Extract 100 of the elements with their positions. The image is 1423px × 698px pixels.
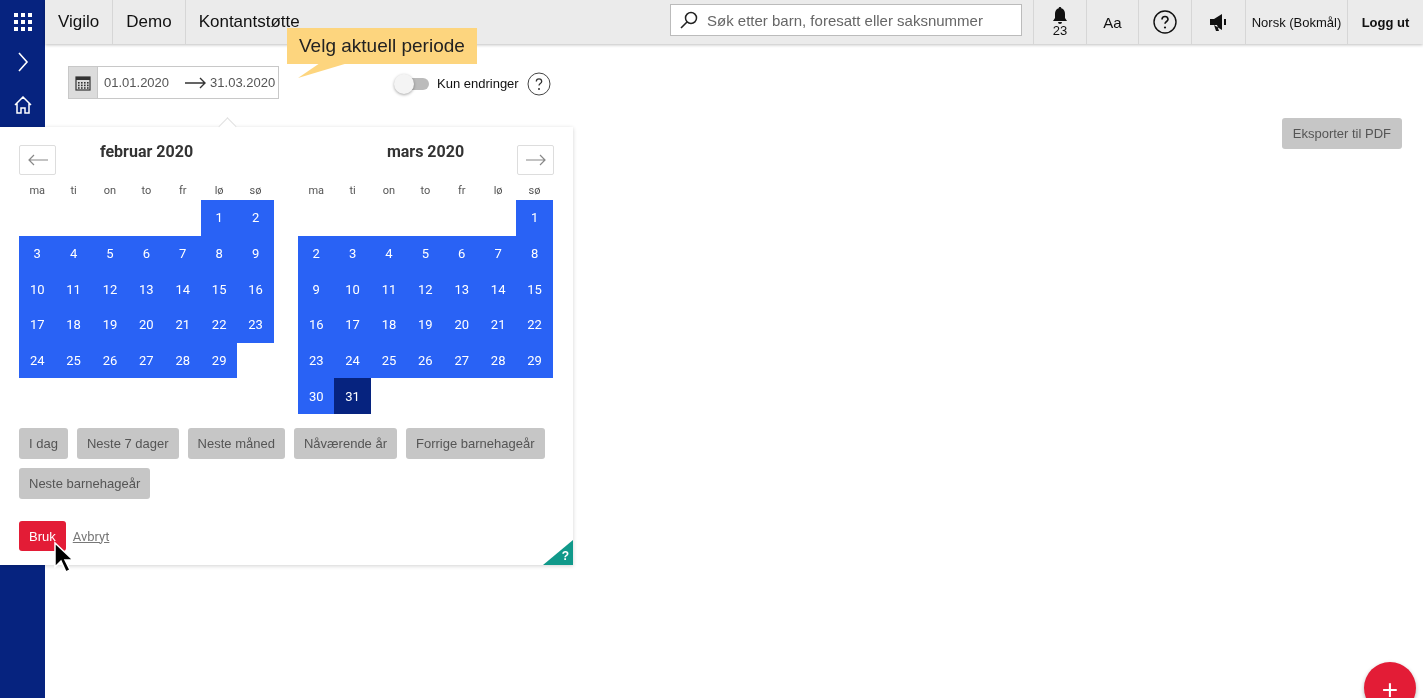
weekday-label: lø (213, 183, 225, 197)
calendar-day[interactable]: 3 (19, 235, 56, 272)
calendar-day[interactable]: 1 (200, 200, 238, 236)
preset-button[interactable]: Nåværende år (293, 428, 398, 460)
arrow-right-icon (525, 154, 546, 166)
month-title: mars 2020 (385, 141, 466, 163)
calendar-day[interactable]: 15 (516, 271, 553, 308)
calendar-day[interactable]: 26 (407, 342, 444, 379)
weekday-label: to (419, 183, 432, 197)
weekday-label: on (102, 183, 118, 197)
preset-button[interactable]: Neste måned (187, 428, 285, 460)
calendar-day[interactable]: 5 (407, 235, 444, 272)
calendar-day[interactable]: 14 (164, 271, 201, 308)
calendar-day[interactable]: 9 (237, 235, 274, 272)
language-selector[interactable]: Norsk (Bokmål) (1245, 0, 1347, 44)
calendar-day[interactable]: 2 (298, 235, 335, 272)
font-size-button[interactable]: Aa (1086, 0, 1138, 44)
calendar-day[interactable]: 11 (55, 271, 92, 308)
weekday-label: sø (527, 183, 542, 197)
search-icon (680, 11, 698, 29)
apps-grid-icon[interactable] (13, 13, 32, 31)
calendar-icon (75, 74, 91, 91)
calendar-day[interactable]: 16 (298, 307, 335, 343)
weekday-label: fr (456, 183, 467, 197)
calendar-day[interactable]: 19 (91, 307, 129, 343)
calendar-day[interactable]: 11 (370, 271, 408, 308)
calendar-day[interactable]: 8 (516, 235, 553, 272)
preset-button[interactable]: Forrige barnehageår (406, 428, 545, 460)
arrow-right-icon (185, 76, 208, 89)
calendar-day[interactable]: 1 (516, 200, 553, 236)
calendar-day[interactable]: 21 (479, 307, 517, 343)
calendar-day[interactable]: 4 (55, 235, 92, 272)
calendar-day[interactable]: 17 (19, 307, 56, 343)
preset-button[interactable]: I dag (19, 428, 68, 460)
calendar-day[interactable]: 19 (407, 307, 444, 343)
calendar-day[interactable]: 23 (298, 342, 335, 379)
calendar-day[interactable]: 22 (200, 307, 238, 343)
weekday-label: lø (492, 183, 504, 197)
calendar-day[interactable]: 7 (164, 235, 201, 272)
calendar-day[interactable]: 6 (443, 235, 480, 272)
nav-link[interactable]: Demo (113, 0, 186, 44)
calendar-day[interactable]: 20 (128, 307, 165, 343)
notifications-button[interactable]: 23 (1033, 0, 1086, 44)
calendar-day[interactable]: 10 (19, 271, 56, 308)
calendar-day[interactable]: 23 (237, 307, 274, 343)
weekday-label: ma (28, 183, 46, 197)
calendar-day[interactable]: 2 (237, 200, 274, 236)
bell-icon (1052, 6, 1068, 24)
weekday-label: fr (177, 183, 188, 197)
weekday-label: ti (69, 183, 78, 197)
calendar-day[interactable]: 22 (516, 307, 553, 343)
calendar-day[interactable]: 5 (91, 235, 129, 272)
chevron-right-icon[interactable] (16, 52, 29, 72)
cancel-link[interactable]: Avbryt (72, 528, 110, 544)
calendar-day[interactable]: 4 (370, 235, 408, 272)
end-date: 31.03.2020 (210, 75, 276, 90)
calendar-day[interactable]: 10 (334, 271, 371, 308)
calendar-day[interactable]: 21 (164, 307, 201, 343)
calendar-day[interactable]: 16 (237, 271, 274, 308)
arrow-left-icon (27, 154, 48, 166)
weekday-label: ti (348, 183, 357, 197)
apply-button[interactable]: Bruk (19, 521, 66, 552)
month-title: februar 2020 (98, 141, 195, 163)
calendar-day[interactable]: 29 (516, 342, 553, 379)
search-field[interactable]: Søk etter barn, foresatt eller saksnummer (670, 4, 1022, 36)
calendar-day[interactable]: 25 (55, 342, 92, 379)
export-pdf-button[interactable]: Eksporter til PDF (1281, 118, 1402, 149)
help-corner-button[interactable]: ? (543, 540, 573, 565)
calendar-day[interactable]: 24 (334, 342, 371, 379)
calendar-day[interactable]: 14 (479, 271, 517, 308)
calendar-day[interactable]: 12 (407, 271, 444, 308)
help-icon[interactable] (526, 71, 551, 96)
calendar-day[interactable]: 15 (200, 271, 238, 308)
calendar-day[interactable]: 18 (370, 307, 408, 343)
calendar-day[interactable]: 12 (91, 271, 129, 308)
calendar-day[interactable]: 13 (128, 271, 165, 308)
weekday-label: on (381, 183, 397, 197)
date-range-field[interactable]: 01.01.2020 31.03.2020 (68, 66, 279, 99)
calendar-day[interactable]: 17 (334, 307, 371, 343)
preset-button[interactable]: Neste barnehageår (19, 468, 151, 500)
weekday-label: sø (248, 183, 263, 197)
calendar-day[interactable]: 13 (443, 271, 480, 308)
toggle-label: Kun endringer (437, 76, 519, 91)
calendar-day[interactable]: 18 (55, 307, 92, 343)
add-button[interactable]: + (1364, 662, 1416, 698)
preset-button[interactable]: Neste 7 dager (76, 428, 179, 460)
calendar-day[interactable]: 3 (334, 235, 371, 272)
calendar-day[interactable]: 31 (334, 378, 371, 415)
calendar-day[interactable]: 24 (19, 342, 56, 379)
calendar-day[interactable]: 9 (298, 271, 335, 308)
calendar-day[interactable]: 7 (479, 235, 517, 272)
calendar-day[interactable]: 20 (443, 307, 480, 343)
help-icon (1153, 10, 1177, 34)
calendar-day[interactable]: 6 (128, 235, 165, 272)
home-icon[interactable] (13, 96, 32, 114)
calendar-day[interactable]: 27 (128, 342, 165, 379)
brand-link[interactable]: Vigilo (45, 0, 114, 44)
logout-button[interactable]: Logg ut (1347, 0, 1423, 44)
calendar-day[interactable]: 30 (298, 378, 335, 415)
tooltip-tail-icon (298, 63, 348, 78)
